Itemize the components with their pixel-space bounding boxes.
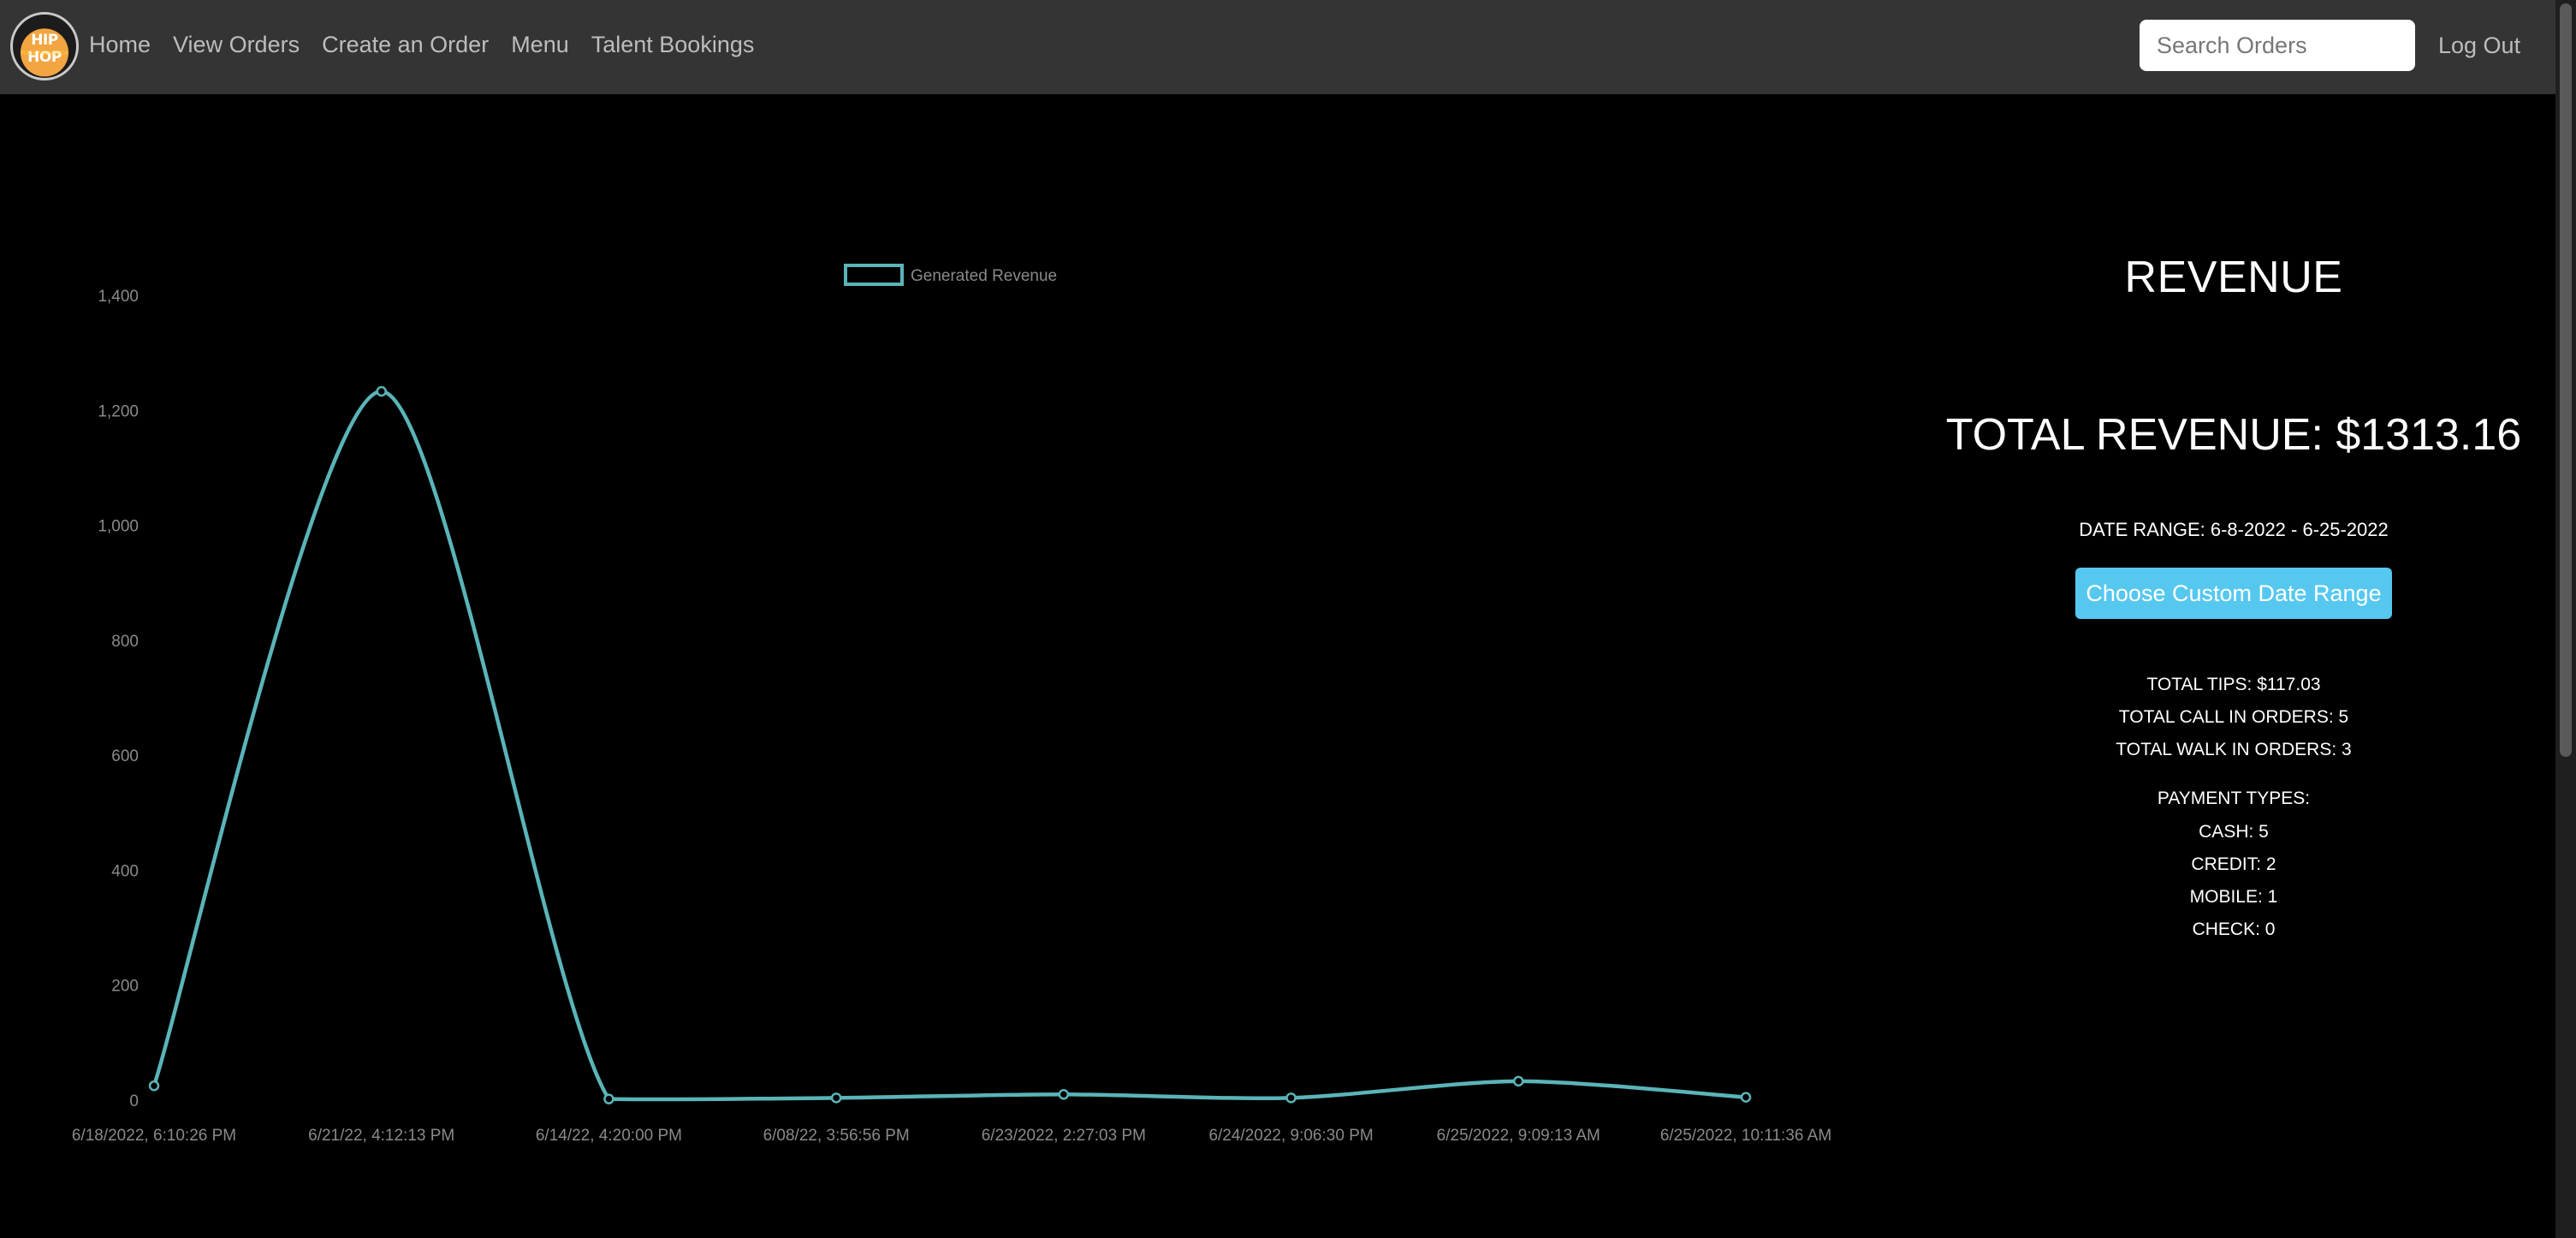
data-point[interactable] [1285,1092,1297,1104]
nav-menu-link[interactable]: Menu [511,26,569,63]
logo-text: HIP HOP [27,32,62,66]
x-tick-label: 6/18/2022, 6:10:26 PM [72,1127,236,1145]
legend-swatch[interactable] [844,264,904,286]
revenue-panel: REVENUE TOTAL REVENUE: $1313.16 DATE RAN… [1917,94,2550,1238]
x-tick-label: 6/25/2022, 10:11:36 AM [1660,1127,1831,1145]
nav-links: Home View Orders Create an Order Menu Ta… [89,26,776,63]
payment-types-label: PAYMENT TYPES: [2157,789,2311,808]
y-tick-label: 1,000 [98,518,139,536]
y-tick-label: 1,200 [98,402,139,420]
series-points [148,385,1752,1104]
choose-custom-date-range-button[interactable]: Choose Custom Date Range [2075,568,2392,619]
y-tick-label: 1,400 [98,288,139,306]
nav-talent-bookings-link[interactable]: Talent Bookings [591,26,755,63]
payment-cash: CASH: 5 [2199,822,2269,842]
navbar: HIP HOP PIZZA AND WINGS Home View Orders… [0,0,2555,94]
logo[interactable]: HIP HOP PIZZA AND WINGS [10,12,79,80]
revenue-chart: Generated Revenue 0 200 400 600 800 1,000 1,20… [0,94,1883,1238]
date-range: DATE RANGE: 6-8-2022 - 6-25-2022 [2079,519,2389,540]
x-tick-label: 6/21/22, 4:12:13 PM [308,1127,454,1145]
x-tick-label: 6/14/22, 4:20:00 PM [536,1127,682,1145]
payment-credit: CREDIT: 2 [2191,854,2276,874]
data-point[interactable] [376,385,387,397]
revenue-chart-svg: Generated Revenue 0 200 400 600 800 1,000 1,20… [72,264,1831,1145]
scrollbar-thumb[interactable] [2560,3,2572,757]
total-tips: TOTAL TIPS: $117.03 [2146,675,2321,694]
total-walk-in-orders: TOTAL WALK IN ORDERS: 3 [2116,740,2352,759]
logo-subtext: PIZZA AND WINGS [21,51,68,57]
x-tick-label: 6/24/2022, 9:06:30 PM [1208,1127,1373,1145]
x-tick-label: 6/23/2022, 2:27:03 PM [982,1127,1146,1145]
logout-link[interactable]: Log Out [2438,28,2520,62]
y-tick-label: 400 [111,862,139,880]
payment-mobile: MOBILE: 1 [2189,887,2278,907]
data-point[interactable] [603,1093,614,1104]
y-tick-label: 800 [111,633,139,651]
total-revenue: TOTAL REVENUE: $1313.16 [1945,410,2522,460]
data-point[interactable] [1740,1092,1752,1103]
page-scrollbar[interactable] [2555,0,2576,1238]
data-point[interactable] [148,1080,160,1092]
data-point[interactable] [1058,1089,1070,1100]
nav-home-link[interactable]: Home [89,26,151,63]
y-tick-label: 0 [129,1092,139,1110]
x-tick-label: 6/25/2022, 9:09:13 AM [1437,1127,1600,1145]
data-point[interactable] [830,1092,842,1104]
legend-label[interactable]: Generated Revenue [911,267,1057,285]
nav-view-orders-link[interactable]: View Orders [173,26,300,63]
payment-check: CHECK: 0 [2192,920,2276,939]
y-tick-label: 600 [111,747,139,765]
total-call-in-orders: TOTAL CALL IN ORDERS: 5 [2118,707,2349,727]
y-axis-ticks: 0 200 400 600 800 1,000 1,200 1,400 [98,288,139,1110]
page: HIP HOP PIZZA AND WINGS Home View Orders… [0,0,2576,1238]
y-tick-label: 200 [111,978,139,996]
series-line-generated-revenue [151,389,1748,1102]
nav-create-order-link[interactable]: Create an Order [322,26,489,63]
revenue-heading: REVENUE [2124,253,2343,302]
x-tick-label: 6/08/22, 3:56:56 PM [763,1127,910,1145]
x-axis-ticks: 6/18/2022, 6:10:26 PM 6/21/22, 4:12:13 PM… [72,1127,1831,1145]
search-orders-input[interactable] [2140,20,2415,71]
data-point[interactable] [1513,1075,1524,1087]
